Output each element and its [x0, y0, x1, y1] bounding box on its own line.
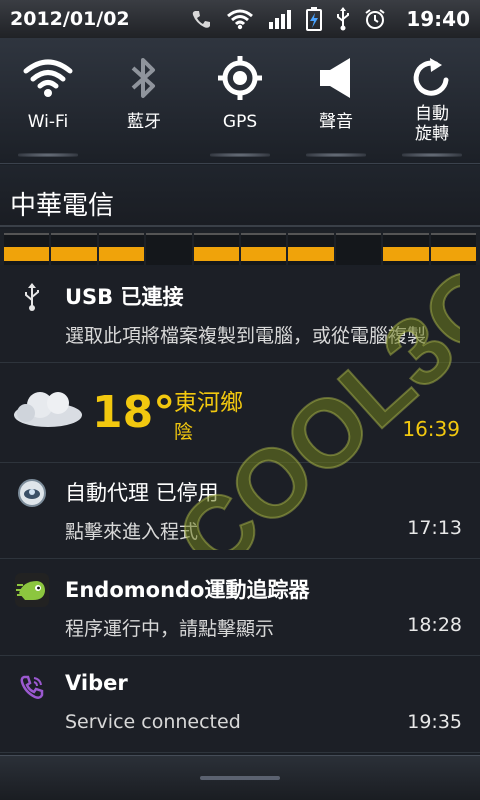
usb-icon — [336, 7, 350, 31]
endomondo-notification-time: 18:28 — [407, 614, 462, 636]
endomondo-notification[interactable]: Endomondo運動追踪器 程序運行中，請點擊顯示 18:28 — [0, 560, 480, 656]
signal-strip-segment — [430, 233, 477, 265]
drag-handle-bar[interactable] — [0, 755, 480, 800]
usb-notification[interactable]: USB 已連接 選取此項將檔案複製到電腦，或從電腦複製 — [0, 267, 480, 363]
signal-strip-fill — [430, 247, 477, 261]
usb-notification-title: USB 已連接 — [65, 285, 184, 309]
bluetooth-toggle-label: 藍牙 — [127, 112, 161, 132]
wifi-icon — [226, 8, 254, 30]
battery-charging-icon — [306, 7, 323, 31]
proxy-notification-time: 17:13 — [407, 517, 462, 539]
viber-notification-subtitle: Service connected — [65, 711, 241, 733]
sound-toggle-label: 聲音 — [319, 112, 353, 132]
signal-strip-fill — [193, 247, 240, 261]
status-icons: 19:40 — [190, 7, 470, 31]
signal-strip-fill — [98, 247, 145, 261]
wifi-toggle-label: Wi-Fi — [27, 112, 69, 132]
signal-strip-fill — [4, 247, 50, 261]
bluetooth-icon — [129, 54, 159, 102]
signal-strip-fill — [383, 247, 429, 261]
viber-notification[interactable]: Viber Service connected 19:35 — [0, 657, 480, 753]
endomondo-icon — [14, 572, 50, 608]
proxy-notification-title: 自動代理 已停用 — [65, 481, 219, 505]
viber-notification-time: 19:35 — [407, 711, 462, 733]
wifi-toggle[interactable]: Wi-Fi — [0, 38, 96, 163]
usb-notification-subtitle: 選取此項將檔案複製到電腦，或從電腦複製 — [65, 325, 427, 347]
signal-strip-segment — [193, 233, 240, 265]
signal-strip-fill — [288, 247, 334, 261]
signal-strip-segment — [288, 233, 334, 265]
signal-strip-segment — [98, 233, 145, 265]
weather-condition: 陰 — [174, 421, 194, 443]
gps-toggle-label: GPS — [222, 112, 258, 132]
wifi-icon — [23, 54, 73, 102]
toggle-indicator — [306, 153, 366, 157]
signal-strip-segment — [146, 233, 192, 265]
viber-call-icon — [190, 8, 212, 30]
cloud-icon — [12, 387, 84, 433]
rotate-icon — [410, 54, 454, 102]
quick-settings-panel: Wi-Fi 藍牙 GPS 聲音 自動 旋轉 — [0, 38, 480, 164]
signal-strip-segment — [4, 233, 50, 265]
endomondo-notification-title: Endomondo運動追踪器 — [65, 578, 310, 602]
status-bar: 2012/01/02 19:40 — [0, 0, 480, 38]
bluetooth-toggle[interactable]: 藍牙 — [96, 38, 192, 163]
weather-city: 東河鄉 — [174, 390, 243, 416]
signal-strip-segment — [335, 233, 382, 265]
gps-toggle[interactable]: GPS — [192, 38, 288, 163]
weather-notification[interactable]: 18° 東河鄉 陰 16:39 — [0, 363, 480, 463]
status-date: 2012/01/02 — [10, 8, 130, 30]
rotate-toggle-label: 自動 旋轉 — [415, 104, 449, 144]
viber-notification-title: Viber — [65, 671, 128, 695]
signal-strip-fill — [51, 247, 97, 261]
drag-handle[interactable] — [200, 776, 280, 780]
signal-strip — [0, 229, 480, 265]
signal-icon — [268, 8, 292, 30]
endomondo-notification-subtitle: 程序運行中，請點擊顯示 — [65, 618, 275, 640]
toggle-indicator — [402, 153, 462, 157]
toggle-indicator — [18, 153, 78, 157]
signal-strip-segment — [241, 233, 287, 265]
proxy-notification[interactable]: 自動代理 已停用 點擊來進入程式 17:13 — [0, 463, 480, 559]
status-time: 19:40 — [406, 7, 470, 31]
viber-icon — [14, 669, 50, 705]
signal-strip-segment — [383, 233, 429, 265]
sound-toggle[interactable]: 聲音 — [288, 38, 384, 163]
proxy-notification-subtitle: 點擊來進入程式 — [65, 521, 199, 543]
weather-time: 16:39 — [402, 417, 460, 441]
gps-icon — [216, 54, 264, 102]
carrier-name: 中華電信 — [0, 165, 480, 227]
weather-temperature: 18° — [92, 387, 176, 438]
signal-strip-segment — [51, 233, 97, 265]
alarm-icon — [364, 8, 386, 30]
signal-strip-fill — [241, 247, 287, 261]
rotate-toggle[interactable]: 自動 旋轉 — [384, 38, 480, 163]
toggle-indicator — [210, 153, 270, 157]
usb-icon — [14, 279, 50, 315]
speaker-icon — [316, 54, 356, 102]
proxy-app-icon — [14, 475, 50, 511]
